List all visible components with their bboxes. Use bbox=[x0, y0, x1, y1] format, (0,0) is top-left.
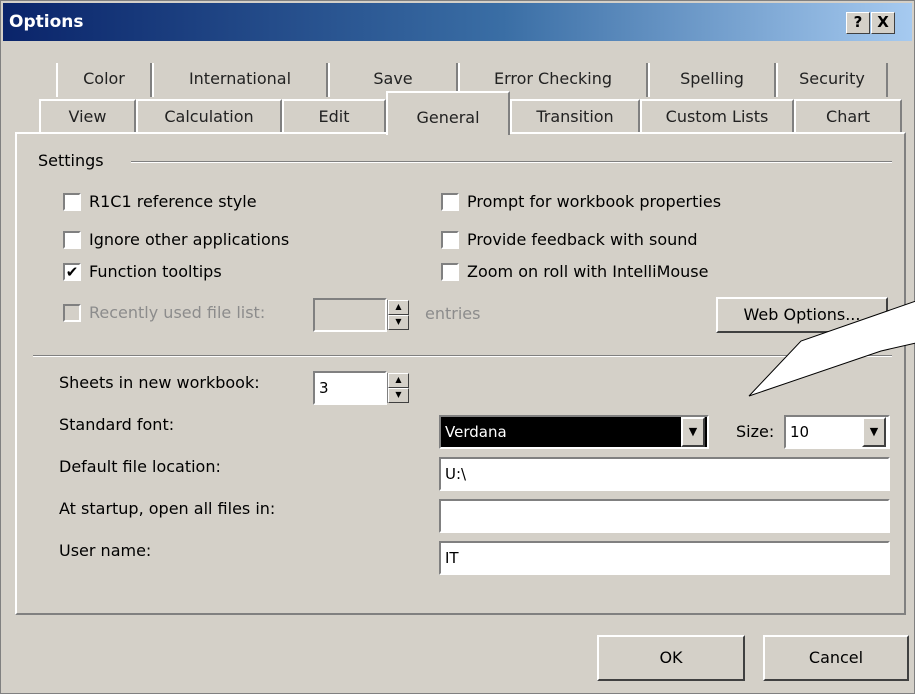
username-input[interactable]: IT bbox=[439, 541, 890, 575]
cancel-button[interactable]: Cancel bbox=[763, 635, 909, 681]
window-title: Options bbox=[9, 12, 84, 32]
zoom-roll-checkbox-row[interactable]: Zoom on roll with IntelliMouse bbox=[441, 262, 708, 281]
recently-used-checkbox-row: Recently used file list: bbox=[63, 303, 265, 322]
zoom-roll-checkbox[interactable] bbox=[441, 262, 459, 281]
recently-used-spinner: ▲ ▼ bbox=[387, 300, 409, 330]
size-dropdown-icon[interactable]: ▼ bbox=[862, 417, 886, 447]
sheets-spinner[interactable]: ▲ ▼ bbox=[387, 373, 409, 403]
tab-custom-lists[interactable]: Custom Lists bbox=[640, 99, 794, 133]
prompt-props-label: Prompt for workbook properties bbox=[467, 192, 722, 211]
settings-divider bbox=[131, 161, 892, 163]
callout-pointer bbox=[748, 301, 915, 397]
prompt-props-checkbox-row[interactable]: Prompt for workbook properties bbox=[441, 192, 721, 211]
ignore-apps-checkbox[interactable] bbox=[63, 230, 81, 249]
tab-view[interactable]: View bbox=[39, 99, 136, 133]
sheets-label: Sheets in new workbook: bbox=[59, 373, 260, 392]
r1c1-label: R1C1 reference style bbox=[89, 192, 257, 211]
spin-down-icon[interactable]: ▼ bbox=[388, 388, 409, 403]
tab-general[interactable]: General bbox=[386, 91, 510, 135]
ignore-apps-checkbox-row[interactable]: Ignore other applications bbox=[63, 230, 289, 249]
tab-edit[interactable]: Edit bbox=[282, 99, 386, 133]
function-tooltips-checkbox[interactable]: ✔ bbox=[63, 262, 81, 281]
size-label: Size: bbox=[736, 422, 775, 441]
r1c1-checkbox[interactable] bbox=[63, 192, 81, 211]
r1c1-checkbox-row[interactable]: R1C1 reference style bbox=[63, 192, 257, 211]
prompt-props-checkbox[interactable] bbox=[441, 192, 459, 211]
zoom-roll-label: Zoom on roll with IntelliMouse bbox=[467, 262, 709, 281]
tab-security[interactable]: Security bbox=[776, 63, 888, 97]
standard-font-combo[interactable]: Verdana bbox=[439, 415, 709, 449]
ignore-apps-label: Ignore other applications bbox=[89, 230, 290, 249]
tab-transition[interactable]: Transition bbox=[510, 99, 640, 133]
check-icon: ✔ bbox=[65, 262, 79, 281]
default-location-input[interactable]: U:\ bbox=[439, 457, 890, 491]
tab-color[interactable]: Color bbox=[56, 63, 152, 97]
startup-input[interactable] bbox=[439, 499, 890, 533]
sheets-input[interactable]: 3 bbox=[313, 371, 387, 405]
standard-font-label: Standard font: bbox=[59, 415, 175, 434]
function-tooltips-checkbox-row[interactable]: ✔ Function tooltips bbox=[63, 262, 222, 281]
feedback-sound-checkbox[interactable] bbox=[441, 230, 459, 249]
tab-chart[interactable]: Chart bbox=[794, 99, 902, 133]
help-button[interactable]: ? bbox=[846, 12, 870, 34]
username-label: User name: bbox=[59, 541, 152, 560]
recently-used-label: Recently used file list: bbox=[89, 303, 266, 322]
spin-up-icon: ▲ bbox=[388, 300, 409, 315]
ok-button[interactable]: OK bbox=[597, 635, 745, 681]
function-tooltips-label: Function tooltips bbox=[89, 262, 222, 281]
feedback-sound-checkbox-row[interactable]: Provide feedback with sound bbox=[441, 230, 698, 249]
close-button[interactable]: X bbox=[871, 12, 895, 34]
tab-spelling[interactable]: Spelling bbox=[648, 63, 776, 97]
recently-used-checkbox bbox=[63, 303, 81, 322]
recently-used-count-input bbox=[313, 298, 387, 332]
options-dialog: Options ? X Color International Save Err… bbox=[0, 0, 915, 694]
font-dropdown-icon[interactable]: ▼ bbox=[681, 417, 705, 447]
tab-calculation[interactable]: Calculation bbox=[136, 99, 282, 133]
spin-down-icon: ▼ bbox=[388, 315, 409, 330]
startup-label: At startup, open all files in: bbox=[59, 499, 276, 518]
tab-international[interactable]: International bbox=[152, 63, 328, 97]
entries-label: entries bbox=[425, 304, 481, 323]
feedback-sound-label: Provide feedback with sound bbox=[467, 230, 698, 249]
spin-up-icon[interactable]: ▲ bbox=[388, 373, 409, 388]
default-location-label: Default file location: bbox=[59, 457, 221, 476]
title-bar: Options ? X bbox=[3, 3, 912, 41]
settings-group-label: Settings bbox=[38, 151, 110, 170]
